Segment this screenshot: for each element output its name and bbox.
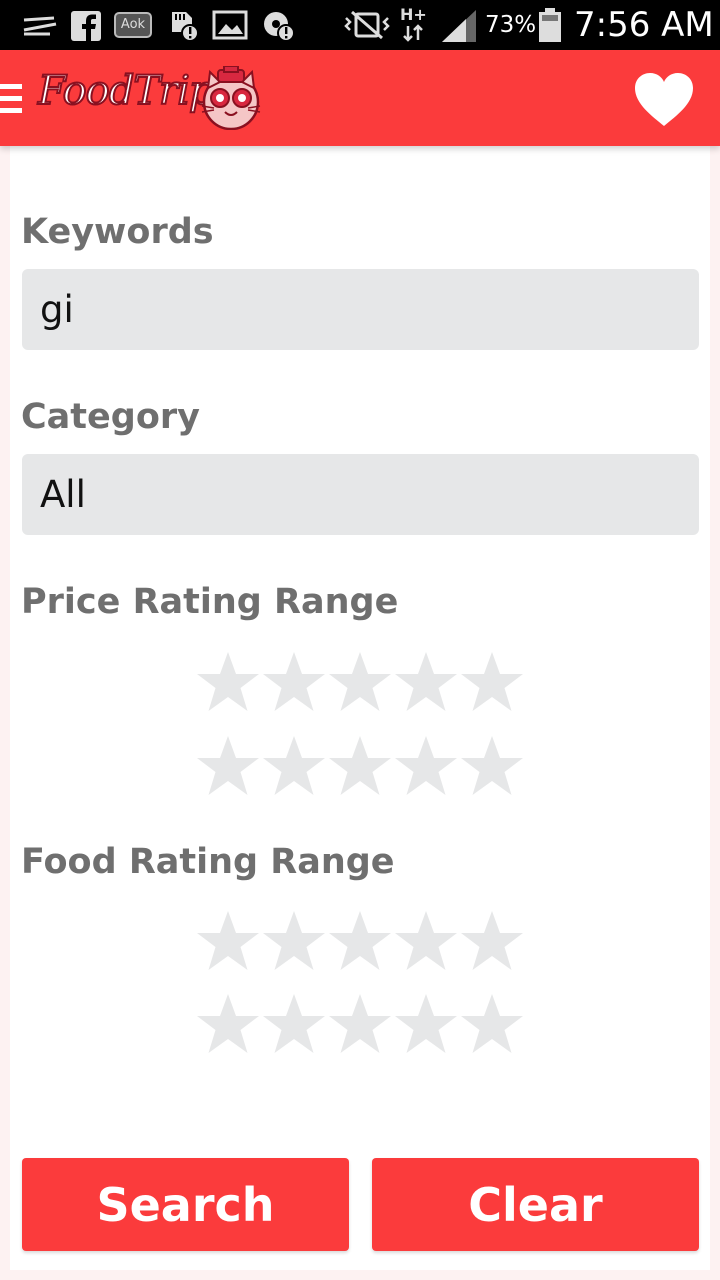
star-icon[interactable]	[327, 734, 393, 798]
food-rating-label: Food Rating Range	[21, 842, 395, 882]
app-bar: FoodTrip	[0, 50, 720, 146]
image-icon	[212, 10, 248, 40]
signal-icon	[442, 10, 476, 42]
aok-icon-label: Aok	[120, 17, 146, 32]
battery-icon	[539, 8, 561, 42]
clock: 7:56 AM	[574, 5, 714, 45]
star-icon[interactable]	[195, 992, 261, 1056]
mascot-logo-icon	[201, 66, 261, 130]
food-rating-min-stars[interactable]	[195, 909, 535, 973]
zing-icon	[23, 16, 57, 36]
mute-vibrate-icon	[344, 10, 390, 40]
keywords-label: Keywords	[21, 212, 214, 252]
network-type-label: H+	[400, 5, 427, 24]
star-icon[interactable]	[393, 992, 459, 1056]
app-logo-text: FoodTrip	[37, 67, 216, 115]
star-icon[interactable]	[459, 650, 525, 714]
search-button[interactable]: Search	[22, 1158, 349, 1251]
price-rating-label: Price Rating Range	[21, 582, 399, 622]
star-icon[interactable]	[393, 650, 459, 714]
star-icon[interactable]	[261, 992, 327, 1056]
star-icon[interactable]	[459, 734, 525, 798]
status-bar: Aok H+ 73% 7:56 AM	[0, 0, 720, 50]
star-icon[interactable]	[195, 734, 261, 798]
category-select[interactable]: All	[22, 454, 699, 535]
star-icon[interactable]	[195, 909, 261, 973]
star-icon[interactable]	[261, 909, 327, 973]
star-icon[interactable]	[393, 734, 459, 798]
star-icon[interactable]	[327, 650, 393, 714]
star-icon[interactable]	[261, 650, 327, 714]
star-icon[interactable]	[327, 992, 393, 1056]
star-icon[interactable]	[459, 992, 525, 1056]
food-rating-max-stars[interactable]	[195, 992, 535, 1056]
price-rating-max-stars[interactable]	[195, 734, 535, 798]
star-icon[interactable]	[459, 909, 525, 973]
hplus-data-icon: H+	[400, 6, 430, 46]
star-icon[interactable]	[327, 909, 393, 973]
sd-card-alert-icon	[172, 12, 199, 42]
star-icon[interactable]	[261, 734, 327, 798]
price-rating-min-stars[interactable]	[195, 650, 535, 714]
menu-icon[interactable]	[0, 84, 22, 114]
keywords-input[interactable]	[22, 269, 699, 350]
aok-icon: Aok	[114, 12, 152, 38]
star-icon[interactable]	[393, 909, 459, 973]
storage-alert-icon	[264, 12, 295, 42]
clear-button[interactable]: Clear	[372, 1158, 699, 1251]
battery-percent: 73%	[485, 12, 537, 38]
star-icon[interactable]	[195, 650, 261, 714]
search-form-card: Keywords Category All Price Rating Range…	[10, 146, 710, 1270]
heart-icon[interactable]	[632, 70, 696, 128]
facebook-icon	[71, 11, 101, 41]
category-label: Category	[21, 397, 200, 437]
